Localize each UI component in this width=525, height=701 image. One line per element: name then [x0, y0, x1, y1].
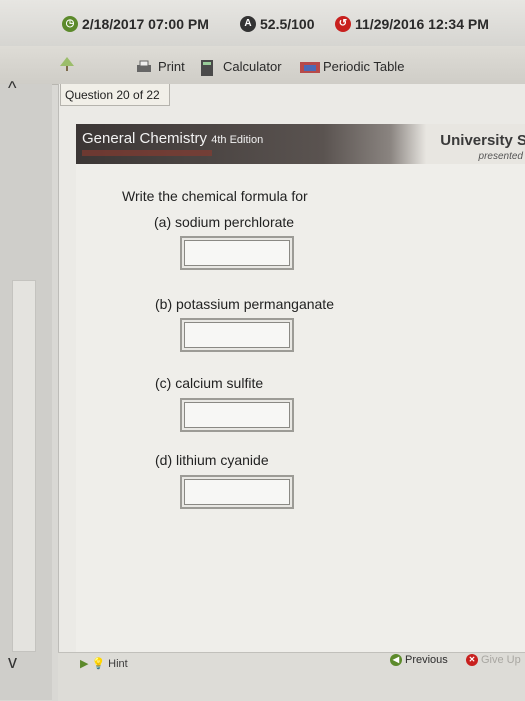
- score-icon: A: [240, 16, 256, 32]
- due-date-text: 2/18/2017 07:00 PM: [82, 16, 209, 32]
- history-icon: ↺: [335, 16, 351, 32]
- submitted-text: 11/29/2016 12:34 PM: [355, 16, 489, 32]
- previous-label: Previous: [405, 654, 448, 666]
- print-button[interactable]: Print: [135, 59, 185, 74]
- previous-icon: ◀: [390, 654, 402, 666]
- chevron-down-icon[interactable]: v: [8, 652, 17, 673]
- part-d-label: (d) lithium cyanide: [155, 452, 269, 468]
- banner-subtitle-strip: [82, 150, 212, 156]
- part-b-answer-input[interactable]: [180, 318, 294, 352]
- hint-button[interactable]: ▶ 💡 Hint: [80, 657, 128, 671]
- score-text: 52.5/100: [260, 16, 315, 32]
- question-prompt: Write the chemical formula for: [122, 188, 308, 204]
- tree-icon: [58, 56, 76, 72]
- give-up-label: Give Up: [481, 654, 521, 666]
- banner-title: General Chemistry 4th Edition: [82, 130, 263, 147]
- scrollbar[interactable]: [12, 280, 36, 652]
- presented-text: presented: [478, 151, 523, 162]
- status-bar: ◷ 2/18/2017 07:00 PM A 52.5/100 ↺ 11/29/…: [0, 0, 525, 46]
- printer-icon: [135, 60, 153, 74]
- calculator-icon: [200, 59, 218, 76]
- periodic-table-icon: [300, 60, 320, 74]
- previous-button[interactable]: ◀ Previous: [390, 654, 448, 666]
- lightbulb-icon: 💡: [91, 658, 106, 670]
- hint-label: Hint: [108, 657, 128, 670]
- give-up-button[interactable]: ✕ Give Up: [466, 654, 521, 666]
- clock-icon: ◷: [62, 16, 78, 32]
- part-d-answer-input[interactable]: [180, 475, 294, 509]
- print-label: Print: [158, 59, 185, 74]
- part-b-label: (b) potassium permanganate: [155, 296, 334, 312]
- toolbar: Print Calculator Periodic Table: [0, 46, 525, 85]
- periodic-table-label: Periodic Table: [323, 59, 405, 74]
- periodic-table-button[interactable]: Periodic Table: [300, 59, 404, 74]
- submitted-status: ↺ 11/29/2016 12:34 PM: [335, 16, 489, 32]
- part-a-label: (a) sodium perchlorate: [154, 214, 295, 230]
- university-name: University S: [440, 132, 525, 149]
- book-title: General Chemistry: [82, 130, 208, 147]
- due-date-status: ◷ 2/18/2017 07:00 PM: [62, 16, 209, 32]
- question-counter: Question 20 of 22: [60, 84, 170, 106]
- question-footer: [58, 652, 525, 701]
- calculator-label: Calculator: [223, 59, 282, 74]
- textbook-banner: General Chemistry 4th Edition University…: [76, 124, 525, 164]
- question-content: [76, 164, 525, 654]
- give-up-icon: ✕: [466, 654, 478, 666]
- book-edition: 4th Edition: [211, 134, 264, 146]
- part-c-answer-input[interactable]: [180, 398, 294, 432]
- play-icon: ▶: [80, 658, 89, 670]
- chevron-up-icon[interactable]: ^: [8, 78, 16, 99]
- part-c-label: (c) calcium sulfite: [155, 375, 264, 391]
- score-status: A 52.5/100: [240, 16, 315, 32]
- part-a-answer-input[interactable]: [180, 236, 294, 270]
- calculator-button[interactable]: Calculator: [200, 59, 282, 76]
